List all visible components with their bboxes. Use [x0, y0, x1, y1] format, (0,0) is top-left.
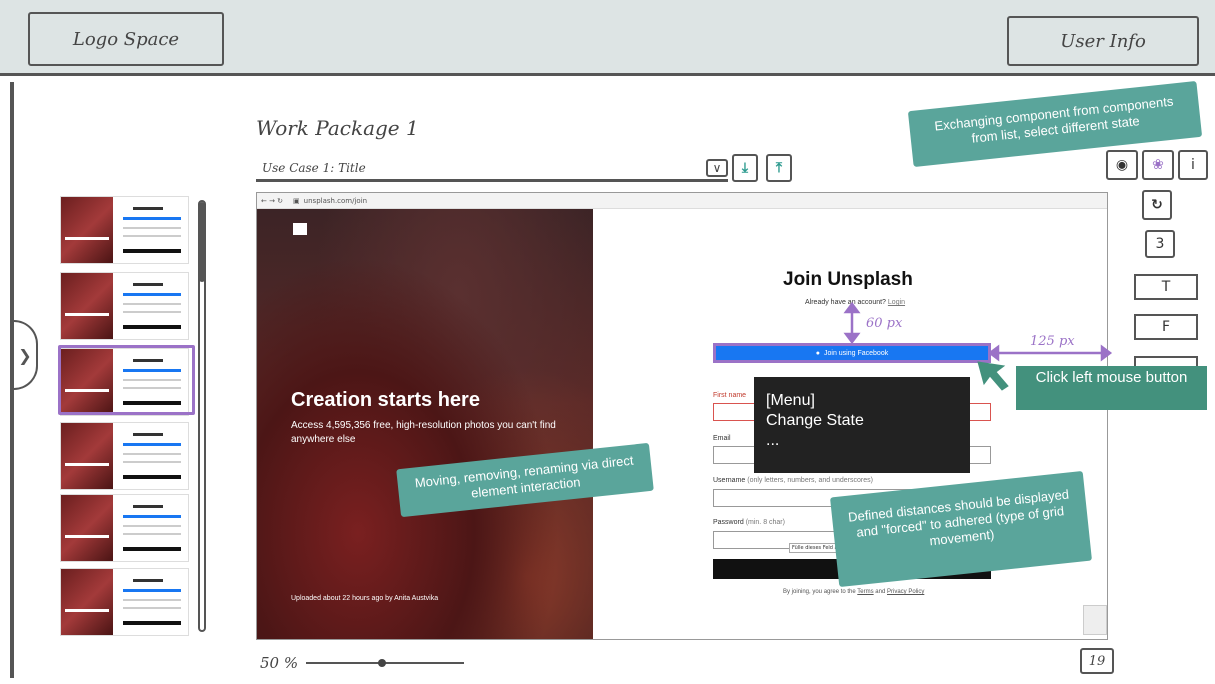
- menu-item-change-state[interactable]: Change State: [766, 411, 970, 431]
- arrow-left-icon: [987, 344, 1000, 362]
- cursor-icon: [977, 361, 1009, 391]
- context-menu[interactable]: [Menu] Change State ...: [754, 377, 970, 473]
- arrow-up-icon: [843, 301, 861, 314]
- zoom-slider-handle[interactable]: [378, 659, 386, 667]
- arrow-right-icon: [1100, 344, 1113, 362]
- vertical-distance-label: 60 px: [866, 316, 903, 331]
- page-count[interactable]: 19: [1080, 648, 1114, 674]
- zoom-level: 50 %: [260, 654, 299, 672]
- menu-item-more[interactable]: ...: [766, 431, 970, 451]
- horizontal-distance-label: 125 px: [1030, 334, 1075, 349]
- arrow-down-icon: [843, 332, 861, 345]
- click-annotation: Click left mouse button: [1016, 366, 1207, 410]
- menu-header: [Menu]: [766, 392, 815, 409]
